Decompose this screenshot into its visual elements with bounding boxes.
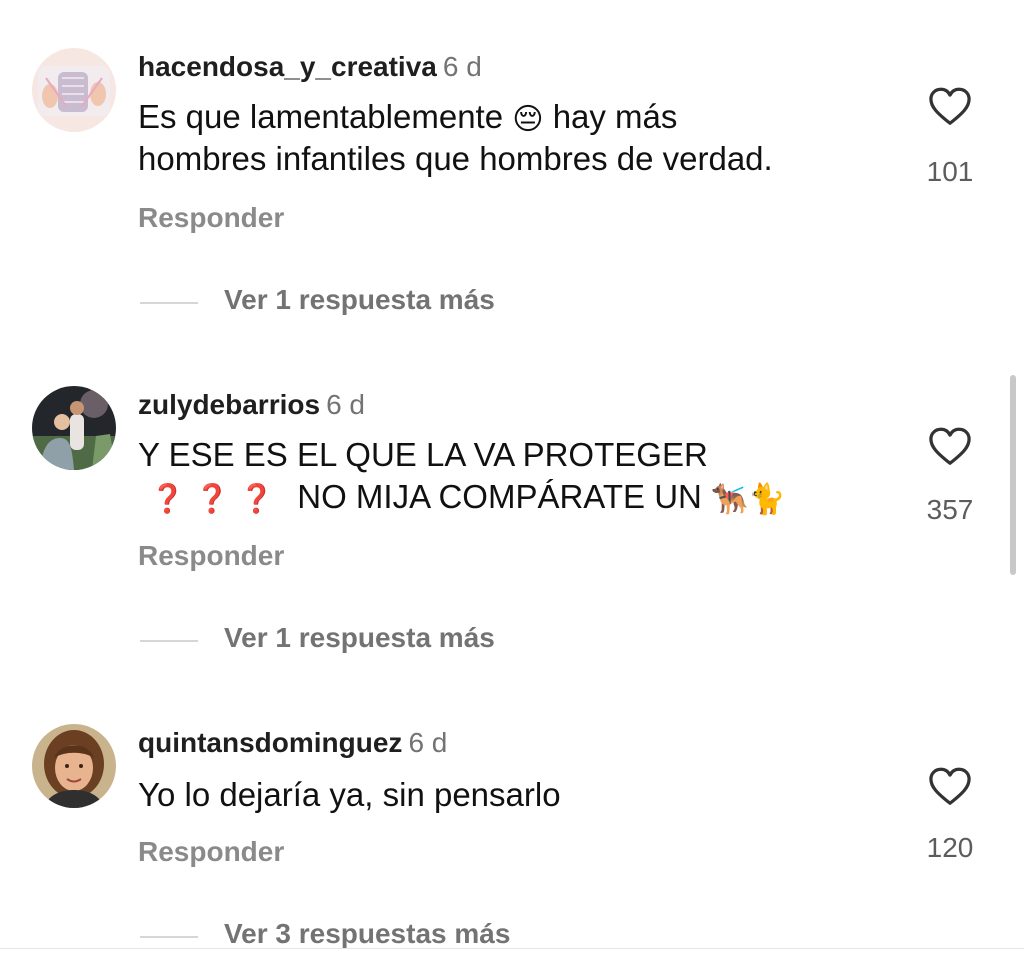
dog-cat-emoji: 🐕‍🦺🐈 xyxy=(711,481,786,517)
divider-line xyxy=(140,302,198,304)
comment-text-part: Es que lamentablemente xyxy=(138,98,504,135)
comment-text-part: NO MIJA COMPÁRATE UN xyxy=(297,478,702,515)
comment-text: Yo lo dejaría ya, sin pensarlo xyxy=(138,776,561,813)
comment-text-line-2: hombres infantiles que hombres de verdad… xyxy=(138,140,773,177)
reply-button[interactable]: Responder xyxy=(138,540,284,572)
like-count: 101 xyxy=(926,156,974,187)
comment-text-part: hay más xyxy=(552,98,678,135)
view-replies-label: Ver 1 respuesta más xyxy=(224,284,495,315)
avatar[interactable] xyxy=(32,386,116,470)
comment-header: quintansdominguez 6 d xyxy=(138,726,447,760)
heart-outline-icon[interactable] xyxy=(928,86,972,126)
question-marks: ❓ ❓ ❓ xyxy=(150,482,275,515)
avatar[interactable] xyxy=(32,724,116,808)
bottom-divider xyxy=(0,948,1024,949)
comment-time: 6 d xyxy=(442,51,482,82)
divider-line xyxy=(140,640,198,642)
avatar[interactable] xyxy=(32,48,116,132)
username-link[interactable]: hacendosa_y_creativa xyxy=(138,51,437,82)
view-replies-label: Ver 3 respuestas más xyxy=(224,918,511,949)
comment-header: zulydebarrios 6 d xyxy=(138,388,365,422)
comment-header: hacendosa_y_creativa 6 d xyxy=(138,50,482,84)
scrollbar-thumb[interactable] xyxy=(1010,375,1016,575)
view-replies-label: Ver 1 respuesta más xyxy=(224,622,495,653)
heart-outline-icon[interactable] xyxy=(928,426,972,466)
comment-text: Y ESE ES EL QUE LA VA PROTEGER xyxy=(138,436,708,473)
username-link[interactable]: zulydebarrios xyxy=(138,389,320,420)
woman-portrait-avatar-icon xyxy=(32,724,116,808)
comment-text-line-2: ❓ ❓ ❓ NO MIJA COMPÁRATE UN 🐕‍🦺🐈 xyxy=(138,476,786,520)
reply-button[interactable]: Responder xyxy=(138,202,284,234)
divider-line xyxy=(140,936,198,938)
heart-outline-icon[interactable] xyxy=(928,766,972,806)
like-count: 120 xyxy=(926,832,974,863)
comment-text: Es que lamentablemente 😔 hay más xyxy=(138,96,677,140)
pensive-face-emoji: 😔 xyxy=(512,101,544,137)
knitting-avatar-icon xyxy=(32,48,116,132)
like-count: 357 xyxy=(926,494,974,525)
comment-time: 6 d xyxy=(326,389,365,420)
comment-time: 6 d xyxy=(408,727,448,758)
couple-photo-avatar-icon xyxy=(32,386,116,470)
reply-button[interactable]: Responder xyxy=(138,836,284,868)
username-link[interactable]: quintansdominguez xyxy=(138,727,402,758)
